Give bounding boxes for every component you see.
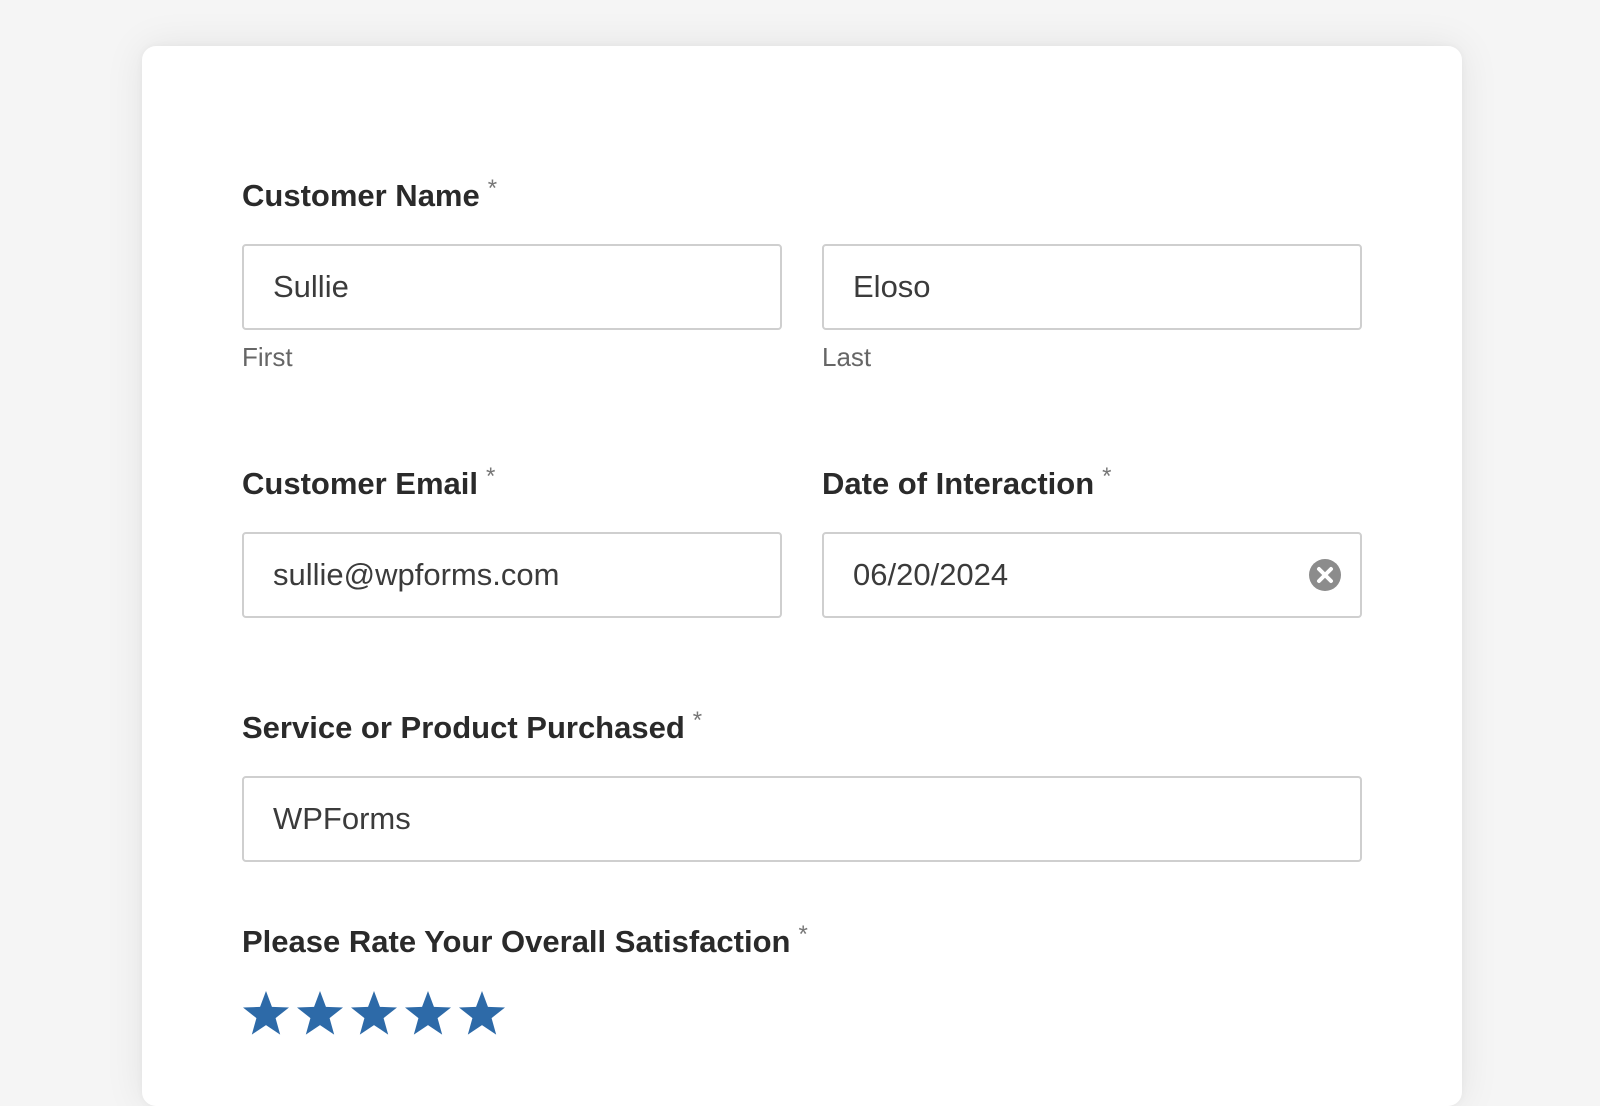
first-name-value: Sullie <box>273 269 349 304</box>
service-product-label: Service or Product Purchased * <box>242 709 702 745</box>
close-circle-icon[interactable] <box>1308 558 1342 592</box>
required-marker: * <box>1102 463 1112 490</box>
required-marker: * <box>486 463 496 490</box>
customer-email-label: Customer Email * <box>242 465 495 501</box>
first-name-sublabel: First <box>242 342 293 372</box>
date-of-interaction-label-text: Date of Interaction <box>822 466 1095 501</box>
first-name-input[interactable]: Sullie <box>242 244 782 330</box>
service-product-input[interactable]: WPForms <box>242 776 1362 862</box>
star-icon[interactable] <box>296 990 344 1036</box>
star-icon[interactable] <box>350 990 398 1036</box>
date-of-interaction-value: 06/20/2024 <box>853 557 1009 592</box>
customer-email-input[interactable]: sullie@wpforms.com <box>242 532 782 618</box>
customer-email-value: sullie@wpforms.com <box>273 557 560 592</box>
required-marker: * <box>487 175 498 202</box>
customer-name-label-text: Customer Name <box>242 178 480 213</box>
date-of-interaction-input[interactable]: 06/20/2024 <box>822 532 1362 618</box>
star-icon[interactable] <box>404 990 452 1036</box>
star-icon[interactable] <box>458 990 506 1036</box>
form-card: Customer Name * Sullie First Eloso Last C… <box>142 46 1462 1106</box>
last-name-sublabel: Last <box>822 342 872 372</box>
required-marker: * <box>692 707 703 734</box>
satisfaction-label: Please Rate Your Overall Satisfaction * <box>242 923 808 959</box>
customer-name-label: Customer Name * <box>242 177 497 213</box>
star-icon[interactable] <box>242 990 290 1036</box>
service-product-label-text: Service or Product Purchased <box>242 710 685 745</box>
last-name-input[interactable]: Eloso <box>822 244 1362 330</box>
date-of-interaction-label: Date of Interaction * <box>822 465 1112 501</box>
required-marker: * <box>798 921 808 948</box>
last-name-value: Eloso <box>853 269 931 304</box>
star-rating <box>242 990 506 1036</box>
satisfaction-label-text: Please Rate Your Overall Satisfaction <box>242 924 791 959</box>
customer-email-label-text: Customer Email <box>242 466 479 501</box>
service-product-value: WPForms <box>273 801 411 836</box>
